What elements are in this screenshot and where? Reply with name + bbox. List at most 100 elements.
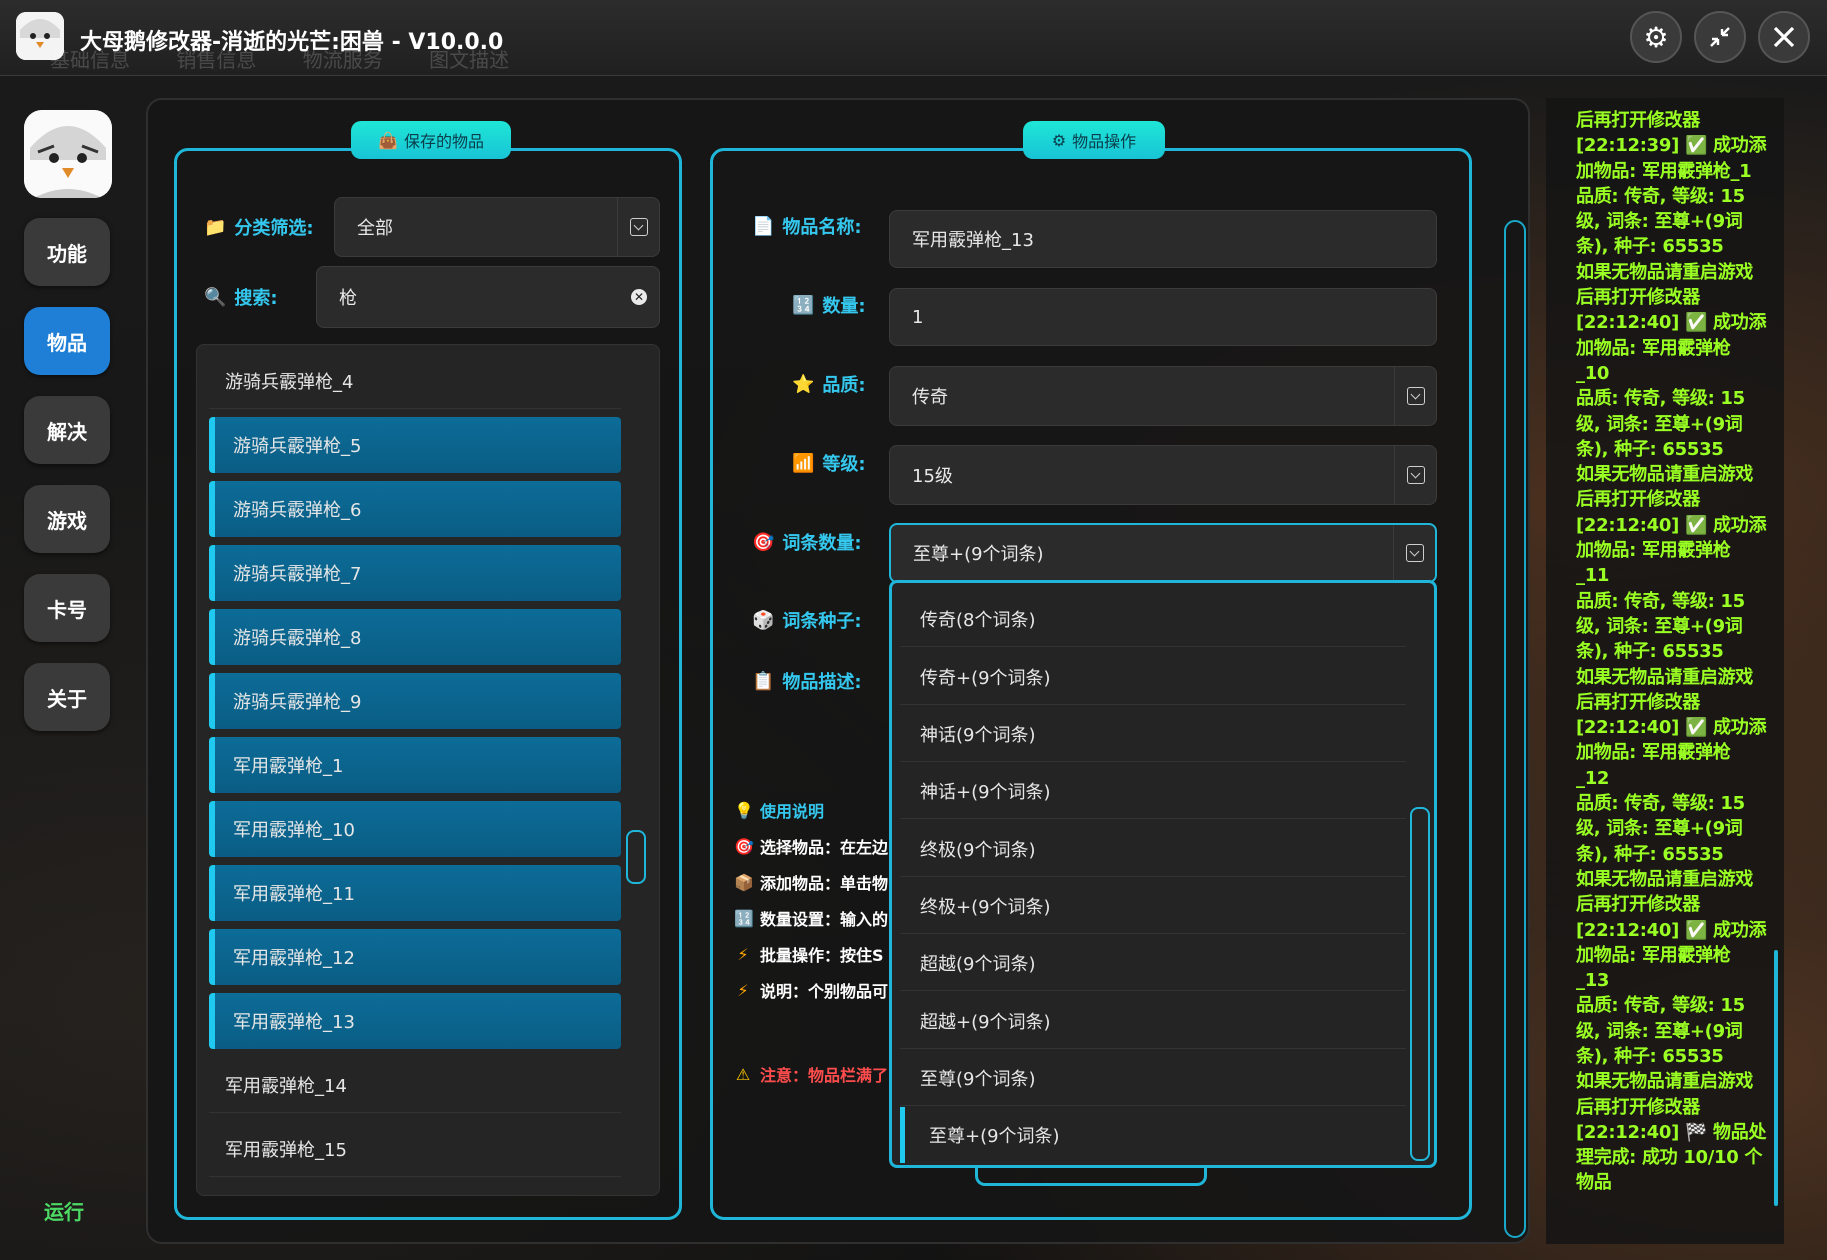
dropdown-scrollbar[interactable] [1410, 807, 1430, 1161]
dropdown-option[interactable]: 神话(9个词条) [900, 706, 1406, 762]
chevron-down-icon[interactable] [1394, 446, 1436, 504]
gear-icon: ⚙ [1643, 20, 1669, 54]
dropdown-option[interactable]: 超越+(9个词条) [900, 993, 1406, 1049]
label-text: 数量: [822, 296, 866, 317]
target-icon: 🎯 [752, 531, 775, 553]
dropdown-option[interactable]: 传奇+(9个词条) [900, 649, 1406, 705]
dropdown-option[interactable]: 终极+(9个词条) [900, 878, 1406, 934]
item-label: 军用霰弹枪_13 [233, 1012, 355, 1033]
chevron-down-icon[interactable] [617, 198, 659, 256]
list-item[interactable]: 游骑兵霰弹枪_4 [209, 353, 621, 409]
lightning-icon: ⚡ [737, 944, 749, 964]
tab-saved-items[interactable]: 👜 保存的物品 [351, 121, 511, 159]
list-item[interactable]: 游骑兵霰弹枪_8 [209, 609, 621, 665]
search-label-text: 搜索: [234, 288, 278, 309]
list-item[interactable]: 军用霰弹枪_11 [209, 865, 621, 921]
sidebar-item-game[interactable]: 游戏 [24, 485, 110, 553]
chevron-down-icon[interactable] [1394, 367, 1436, 425]
help-line: ⚡ 批量操作：按住S [734, 942, 883, 966]
level-value: 15级 [912, 466, 953, 487]
list-item[interactable]: 军用霰弹枪_12 [209, 929, 621, 985]
sidebar-item-solve[interactable]: 解决 [24, 396, 110, 464]
quantity-input[interactable]: 1 [889, 288, 1437, 346]
item-label: 军用霰弹枪_1 [233, 756, 344, 777]
filter-label: 📁 分类筛选: [204, 214, 314, 240]
chevron-down-icon[interactable] [1393, 525, 1435, 581]
numbers-icon: 🔢 [734, 908, 754, 928]
search-label: 🔍 搜索: [204, 284, 278, 310]
quality-select[interactable]: 传奇 [889, 366, 1437, 426]
help-line-text: 选择物品：在左边 [760, 838, 889, 857]
option-label: 传奇+(9个词条) [920, 667, 1051, 689]
sidebar-item-card[interactable]: 卡号 [24, 574, 110, 642]
list-scrollbar[interactable] [626, 830, 646, 884]
option-label: 终极(9个词条) [920, 839, 1036, 861]
clipboard-icon: 📋 [752, 670, 775, 692]
minimize-button[interactable] [1694, 11, 1746, 63]
dropdown-option[interactable]: 传奇(8个词条) [900, 591, 1406, 647]
dropdown-option-selected[interactable]: 至尊+(9个词条) [900, 1107, 1406, 1163]
level-select[interactable]: 15级 [889, 445, 1437, 505]
item-desc-label: 📋 物品描述: [752, 668, 862, 694]
log-scrollbar[interactable] [1774, 950, 1778, 1206]
sidebar-item-label: 解决 [47, 419, 87, 444]
settings-button[interactable]: ⚙ [1630, 11, 1682, 63]
sidebar-item-label: 功能 [47, 241, 87, 266]
dropdown-option[interactable]: 神话+(9个词条) [900, 763, 1406, 819]
log-panel[interactable]: 后再打开修改器 [22:12:39] ✅ 成功添 加物品: 军用霰弹枪_1 品质… [1546, 98, 1784, 1244]
item-label: 军用霰弹枪_14 [225, 1075, 347, 1097]
help-line-text: 数量设置：输入的 [760, 910, 889, 929]
quantity-label: 🔢 数量: [792, 292, 866, 318]
folder-icon: 📁 [204, 216, 227, 238]
title-bar[interactable]: 基础信息 销售信息 物流服务 图文描述 大母鹅修改器-消逝的光芒:困兽 - V1… [0, 0, 1827, 76]
clear-icon[interactable]: ✕ [631, 289, 647, 305]
option-label: 至尊+(9个词条) [929, 1126, 1060, 1147]
item-label: 游骑兵霰弹枪_8 [233, 628, 362, 649]
tab-item-ops[interactable]: ⚙ 物品操作 [1023, 121, 1165, 159]
search-input[interactable]: 枪 ✕ [316, 266, 660, 328]
help-title: 💡 使用说明 [734, 798, 824, 822]
close-button[interactable] [1758, 11, 1810, 63]
target-icon: 🎯 [734, 836, 754, 856]
list-item[interactable]: 军用霰弹枪_14 [209, 1057, 621, 1113]
saved-items-list[interactable]: 游骑兵霰弹枪_4 游骑兵霰弹枪_5 游骑兵霰弹枪_6 游骑兵霰弹枪_7 游骑兵霰… [196, 344, 660, 1196]
list-item[interactable]: 游骑兵霰弹枪_6 [209, 481, 621, 537]
sidebar-item-features[interactable]: 功能 [24, 218, 110, 286]
list-item[interactable]: 游骑兵霰弹枪_5 [209, 417, 621, 473]
dropdown-option[interactable]: 终极(9个词条) [900, 821, 1406, 877]
list-item[interactable]: 军用霰弹枪_10 [209, 801, 621, 857]
affix-count-label: 🎯 词条数量: [752, 529, 862, 555]
list-item[interactable]: 军用霰弹枪_1 [209, 737, 621, 793]
list-item[interactable]: 军用霰弹枪_15 [209, 1121, 621, 1177]
level-icon: 📶 [792, 452, 815, 474]
list-item[interactable]: 游骑兵霰弹枪_7 [209, 545, 621, 601]
item-name-input[interactable]: 军用霰弹枪_13 [889, 210, 1437, 268]
quantity-value: 1 [912, 306, 924, 328]
help-line-text: 添加物品：单击物 [760, 874, 889, 893]
label-text: 等级: [822, 454, 866, 475]
option-label: 神话(9个词条) [920, 724, 1036, 746]
dropdown-option[interactable]: 超越(9个词条) [900, 935, 1406, 991]
affix-count-select[interactable]: 至尊+(9个词条) [889, 523, 1437, 583]
option-label: 超越+(9个词条) [920, 1011, 1051, 1033]
sidebar-item-label: 游戏 [47, 508, 87, 533]
category-filter-select[interactable]: 全部 [334, 197, 660, 257]
list-item[interactable]: 军用霰弹枪_13 [209, 993, 621, 1049]
dice-icon: 🎲 [752, 609, 775, 631]
affix-count-dropdown[interactable]: 传奇(8个词条) 传奇+(9个词条) 神话(9个词条) 神话+(9个词条) 终极… [889, 580, 1437, 1168]
sidebar-item-items[interactable]: 物品 [24, 307, 110, 375]
help-line: 🎯 选择物品：在左边 [734, 834, 888, 858]
item-label: 军用霰弹枪_15 [225, 1139, 347, 1161]
affix-seed-label: 🎲 词条种子: [752, 607, 862, 633]
level-label: 📶 等级: [792, 450, 866, 476]
outer-scrollbar[interactable] [1504, 220, 1526, 1238]
numbers-icon: 🔢 [792, 294, 815, 316]
search-icon: 🔍 [204, 286, 227, 308]
lightbulb-icon: 💡 [734, 800, 754, 820]
list-item[interactable]: 游骑兵霰弹枪_9 [209, 673, 621, 729]
dropdown-option[interactable]: 至尊(9个词条) [900, 1050, 1406, 1106]
item-name-label: 📄 物品名称: [752, 213, 862, 239]
sidebar-item-about[interactable]: 关于 [24, 663, 110, 731]
item-label: 游骑兵霰弹枪_9 [233, 692, 362, 713]
search-value: 枪 [339, 288, 357, 309]
